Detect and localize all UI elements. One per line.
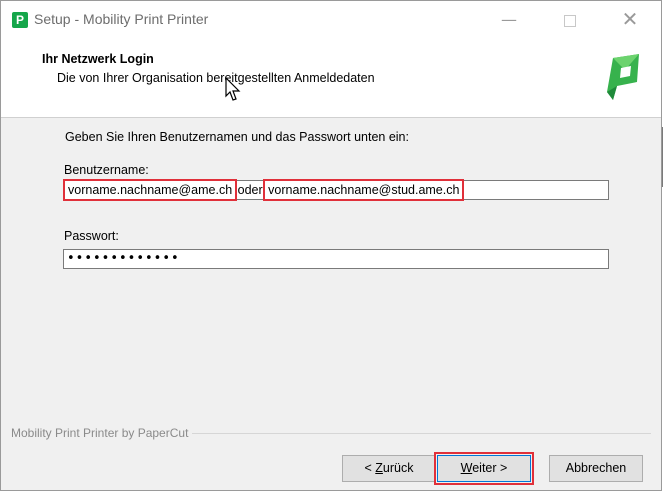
username-example-staff: vorname.nachname@ame.ch <box>62 179 238 201</box>
window-title: Setup - Mobility Print Printer <box>34 11 209 27</box>
cancel-button[interactable]: Abbrechen <box>549 455 643 482</box>
username-value: vorname.nachname@ame.ch oder vorname.nac… <box>62 179 465 201</box>
username-separator: oder <box>237 183 263 197</box>
maximize-button[interactable] <box>547 1 593 38</box>
maximize-icon <box>564 14 576 27</box>
setup-window: P Setup - Mobility Print Printer — ✕ Ihr… <box>0 0 662 491</box>
window-edge <box>662 127 663 187</box>
papercut-app-icon: P <box>12 12 28 28</box>
mouse-cursor-icon <box>225 77 241 101</box>
title-bar: P Setup - Mobility Print Printer — ✕ <box>1 1 661 38</box>
back-prefix: < <box>364 461 376 475</box>
password-input[interactable]: ••••••••••••• <box>63 249 609 269</box>
back-rest: urück <box>382 461 414 475</box>
page-subtitle: Die von Ihrer Organisation bereitgestell… <box>57 71 375 85</box>
footer-divider: Mobility Print Printer by PaperCut <box>1 426 661 440</box>
back-button[interactable]: < Zurück <box>342 455 436 482</box>
password-label: Passwort: <box>64 229 119 243</box>
username-label: Benutzername: <box>64 163 149 177</box>
username-example-student: vorname.nachname@stud.ame.ch <box>263 179 465 201</box>
close-button[interactable]: ✕ <box>607 1 653 38</box>
password-mask: ••••••••••••• <box>67 251 180 266</box>
next-accel: W <box>460 461 473 475</box>
footer-brand-text: Mobility Print Printer by PaperCut <box>11 426 193 440</box>
back-accel: Z <box>375 461 383 475</box>
wizard-header: Ihr Netzwerk Login Die von Ihrer Organis… <box>1 38 661 118</box>
username-input[interactable]: vorname.nachname@ame.ch oder vorname.nac… <box>62 179 609 201</box>
page-title: Ihr Netzwerk Login <box>42 52 154 66</box>
next-rest: eiter > <box>472 461 508 475</box>
next-button[interactable]: Weiter > <box>434 452 534 485</box>
minimize-button[interactable]: — <box>486 1 532 38</box>
papercut-logo-icon <box>607 54 639 100</box>
form-instruction: Geben Sie Ihren Benutzernamen und das Pa… <box>65 130 409 144</box>
